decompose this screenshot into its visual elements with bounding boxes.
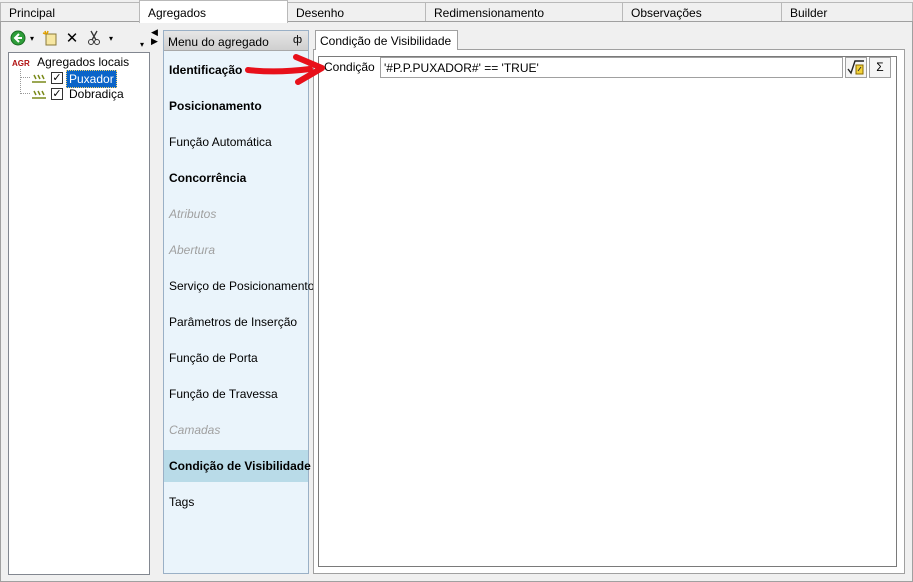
tab-agregados[interactable]: Agregados xyxy=(139,0,288,23)
agr-icon: AGR xyxy=(12,59,30,68)
condition-label: Condição xyxy=(324,60,375,74)
dropdown-icon[interactable]: ▾ xyxy=(28,30,36,48)
menu-item-servico-posicionamento[interactable]: Serviço de Posicionamento xyxy=(164,270,314,302)
tree-line xyxy=(20,93,30,94)
tree-item-label: Dobradiça xyxy=(69,87,124,101)
tree-line xyxy=(20,77,30,78)
menu-title: Menu do agregado xyxy=(168,35,269,49)
dobradica-checkbox[interactable]: ✓ xyxy=(51,88,63,100)
tab-principal[interactable]: Principal xyxy=(0,2,140,22)
tab-condicao-visibilidade[interactable]: Condição de Visibilidade xyxy=(315,30,459,50)
tree-item-puxador[interactable]: ✓ Puxador xyxy=(31,70,141,88)
aggregates-tree: AGR Agregados locais ✓ Puxador ✓ Dobradi… xyxy=(8,52,150,575)
main-tab-strip: Principal Agregados Desenho Redimensiona… xyxy=(0,0,913,23)
menu-item-abertura: Abertura xyxy=(169,243,216,257)
cut-icon[interactable] xyxy=(86,30,102,48)
aggregate-node-icon xyxy=(32,74,46,83)
tree-root-label: Agregados locais xyxy=(37,55,130,69)
menu-item-parametros-insercao[interactable]: Parâmetros de Inserção xyxy=(164,306,308,338)
tab-desenho[interactable]: Desenho xyxy=(287,2,426,22)
menu-header: Menu do agregado ф xyxy=(164,31,308,51)
menu-item-posicionamento[interactable]: Posicionamento xyxy=(164,90,308,122)
menu-item-tags[interactable]: Tags xyxy=(164,486,308,518)
formula-icon xyxy=(847,60,864,75)
menu-item-funcao-travessa[interactable]: Função de Travessa xyxy=(164,378,308,410)
aggregate-menu: Menu do agregado ф Identificação Posicio… xyxy=(163,30,314,574)
expand-right-icon[interactable]: ▶ xyxy=(151,37,158,46)
menu-item-camadas: Camadas xyxy=(169,423,221,437)
menu-item-atributos: Atributos xyxy=(169,207,217,221)
condition-input[interactable]: '#P.P.PUXADOR#' == 'TRUE' xyxy=(380,57,843,78)
back-arrow-icon[interactable] xyxy=(10,30,26,48)
tab-builder[interactable]: Builder xyxy=(781,2,913,22)
formula-editor-button[interactable] xyxy=(845,57,867,78)
tree-toolbar: ▾ ✕ ▾ xyxy=(8,30,150,50)
dropdown-icon[interactable]: ▾ xyxy=(107,30,115,48)
annotation-arrow-icon xyxy=(245,54,325,85)
sum-button[interactable]: Σ xyxy=(869,57,891,78)
new-item-icon[interactable] xyxy=(41,30,59,48)
sigma-icon: Σ xyxy=(876,60,884,74)
tree-item-dobradica[interactable]: ✓ Dobradiça xyxy=(31,86,141,102)
pin-icon[interactable]: ф xyxy=(293,34,302,46)
menu-item-funcao-porta[interactable]: Função de Porta xyxy=(164,342,308,374)
aggregate-node-icon xyxy=(32,90,46,99)
tree-line xyxy=(20,69,21,94)
puxador-checkbox[interactable]: ✓ xyxy=(51,72,63,84)
menu-item-condicao-visibilidade[interactable]: Condição de Visibilidade xyxy=(164,450,311,482)
tree-root[interactable]: AGR Agregados locais xyxy=(12,54,129,70)
menu-item-concorrencia[interactable]: Concorrência xyxy=(164,162,308,194)
menu-item-funcao-automatica[interactable]: Função Automática xyxy=(164,126,308,158)
tab-redimensionamento[interactable]: Redimensionamento xyxy=(425,2,623,22)
delete-icon[interactable]: ✕ xyxy=(64,30,80,48)
toolbar-overflow-icon[interactable]: ▾ xyxy=(140,40,144,49)
condition-box xyxy=(318,56,897,567)
tab-observacoes[interactable]: Observações xyxy=(622,2,782,22)
